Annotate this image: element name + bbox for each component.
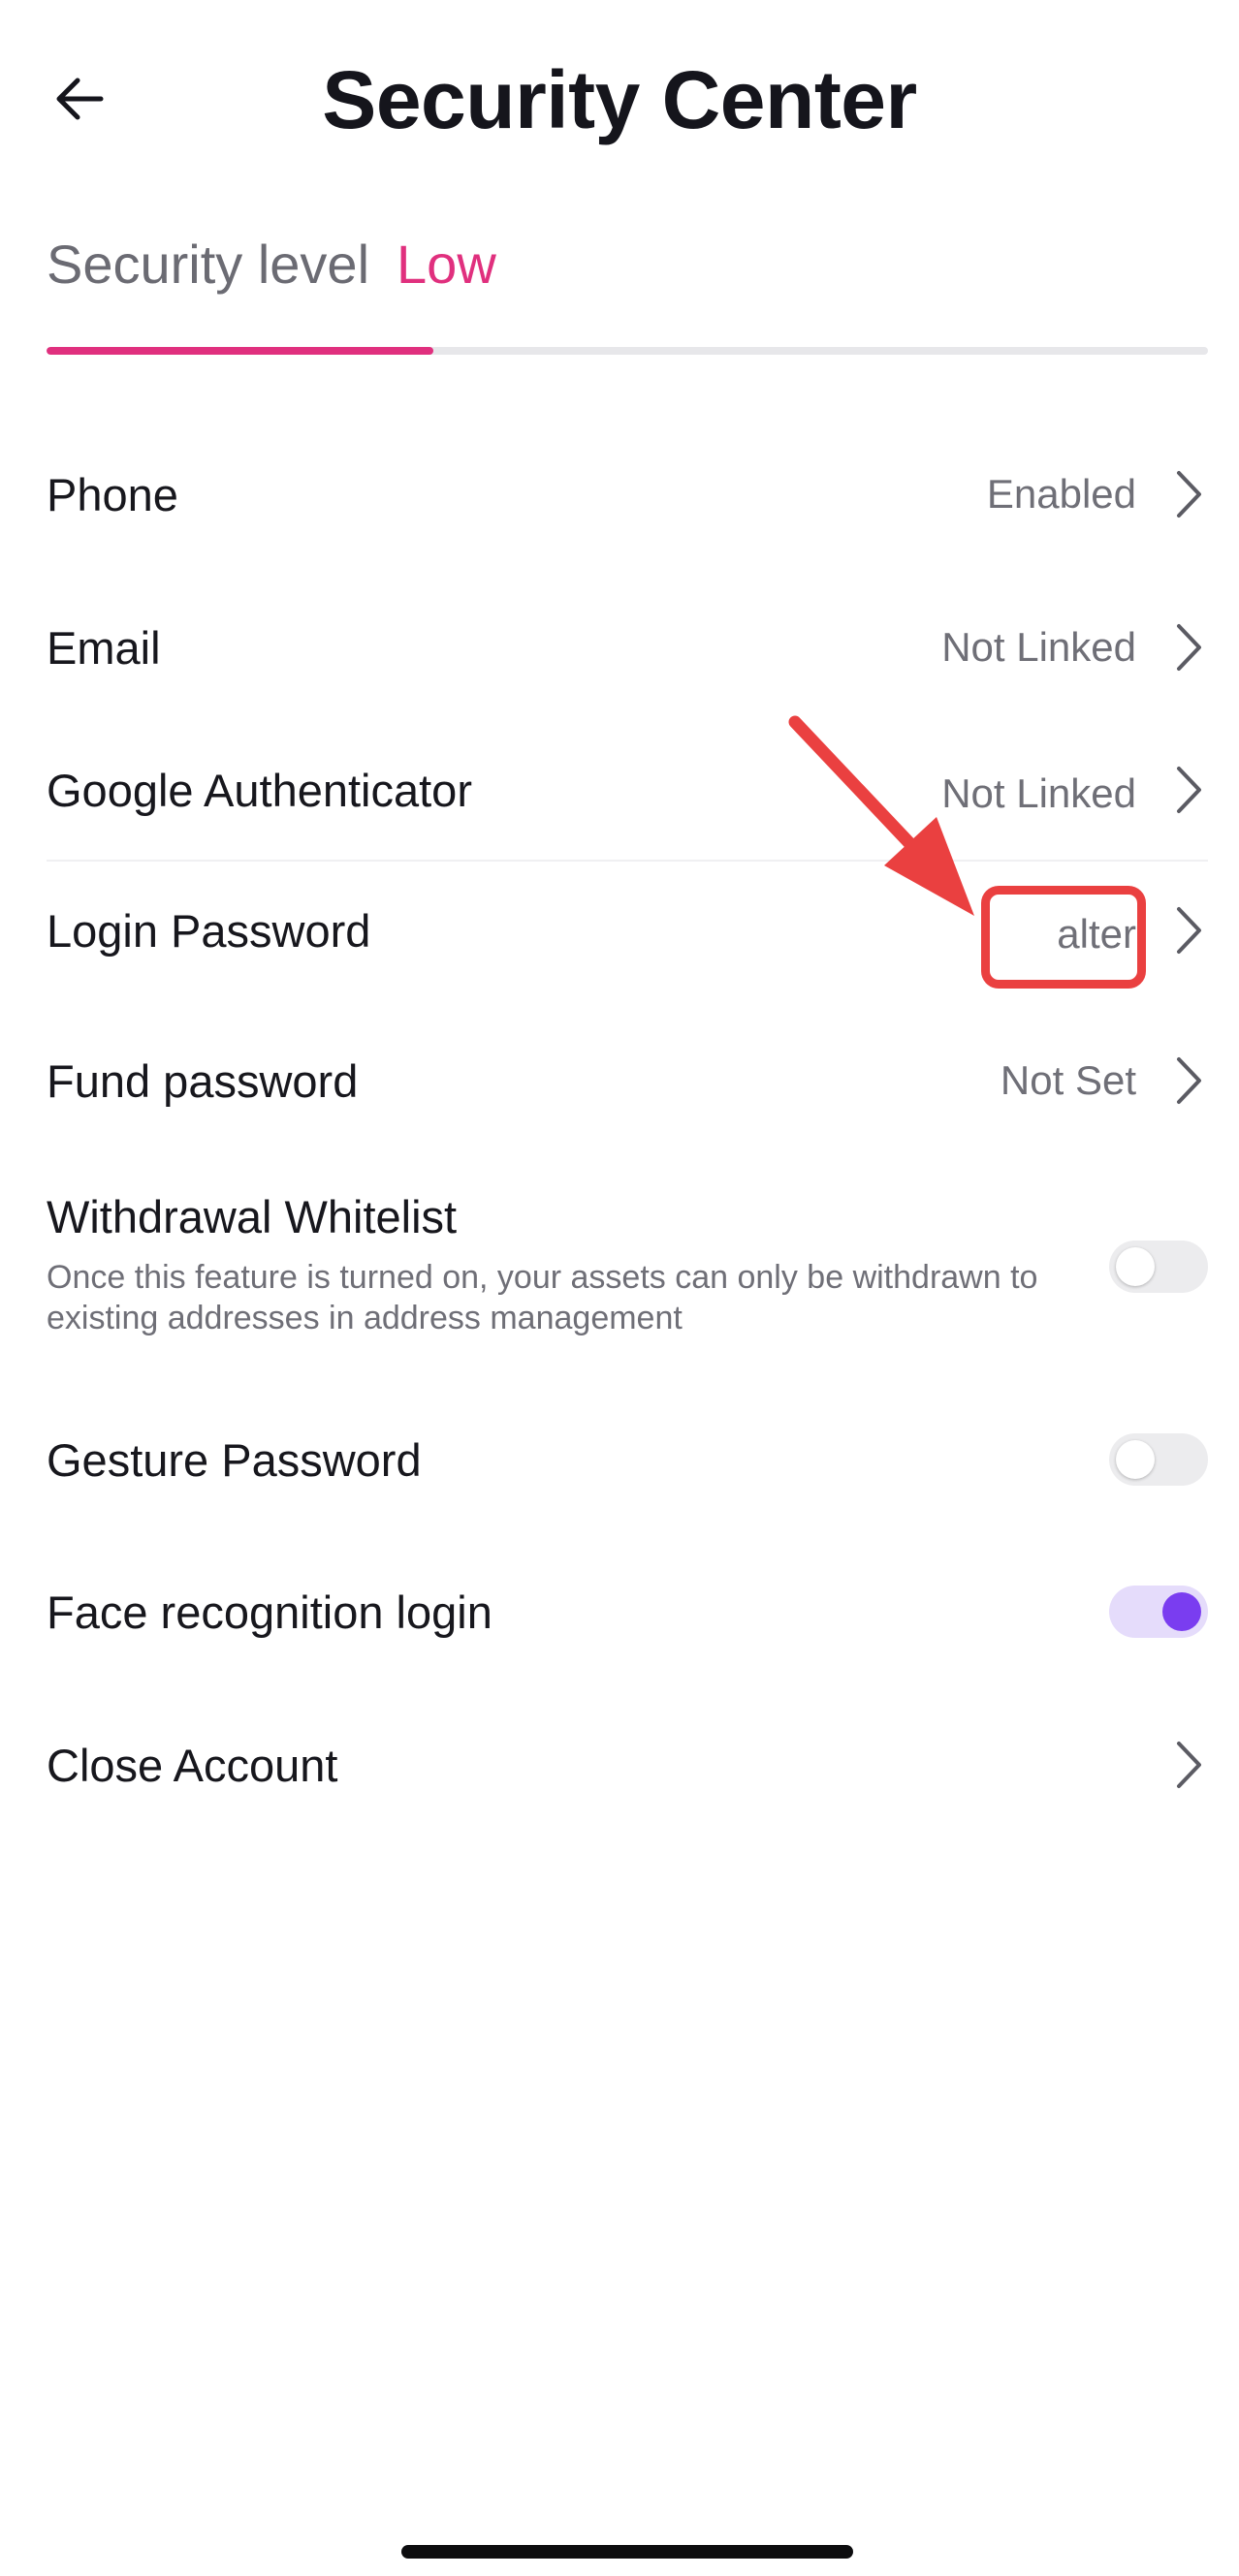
home-indicator <box>401 2545 853 2559</box>
fund-password-label: Fund password <box>47 1054 359 1107</box>
face-login-toggle[interactable] <box>1109 1586 1208 1638</box>
page-title: Security Center <box>322 54 917 145</box>
google-authenticator-row[interactable]: Google Authenticator Not Linked <box>47 751 1208 829</box>
phone-label: Phone <box>47 468 178 520</box>
security-level-bar-fill <box>47 347 433 355</box>
google-authenticator-status: Not Linked <box>941 770 1136 816</box>
email-row[interactable]: Email Not Linked <box>47 609 1208 686</box>
login-password-label: Login Password <box>47 904 371 957</box>
toggle-knob <box>1162 1592 1201 1631</box>
chevron-right-icon <box>1169 467 1208 521</box>
chevron-right-icon <box>1169 1053 1208 1108</box>
withdrawal-whitelist-description: Once this feature is turned on, your ass… <box>47 1259 1038 1336</box>
google-authenticator-label: Google Authenticator <box>47 764 472 816</box>
face-login-row: Face recognition login <box>47 1573 1208 1650</box>
top-bar: Security Center <box>0 0 1239 204</box>
email-label: Email <box>47 621 161 674</box>
withdrawal-whitelist-label: Withdrawal Whitelist <box>47 1191 458 1242</box>
withdrawal-whitelist-row: Withdrawal Whitelist Once this feature i… <box>47 1190 1208 1338</box>
security-level-label: Security level <box>47 234 370 295</box>
gesture-password-label: Gesture Password <box>47 1433 422 1486</box>
chevron-right-icon <box>1169 1738 1208 1792</box>
divider <box>47 860 1208 862</box>
withdrawal-whitelist-toggle[interactable] <box>1109 1241 1208 1293</box>
gesture-password-toggle[interactable] <box>1109 1433 1208 1486</box>
phone-status: Enabled <box>986 471 1136 517</box>
close-account-row[interactable]: Close Account <box>47 1726 1208 1804</box>
chevron-right-icon <box>1169 620 1208 675</box>
security-level-bar <box>47 347 1208 355</box>
face-login-label: Face recognition login <box>47 1586 492 1638</box>
toggle-knob <box>1116 1247 1155 1286</box>
gesture-password-row: Gesture Password <box>47 1421 1208 1498</box>
email-status: Not Linked <box>941 624 1136 670</box>
security-level-value: Low <box>397 234 496 295</box>
fund-password-status: Not Set <box>1000 1057 1136 1103</box>
chevron-right-icon <box>1169 763 1208 817</box>
fund-password-row[interactable]: Fund password Not Set <box>47 1042 1208 1119</box>
close-account-label: Close Account <box>47 1739 338 1791</box>
security-level: Security level Low <box>47 233 496 296</box>
annotation-highlight-box <box>981 886 1146 989</box>
toggle-knob <box>1116 1440 1155 1479</box>
phone-row[interactable]: Phone Enabled <box>47 456 1208 533</box>
chevron-right-icon <box>1169 903 1208 958</box>
